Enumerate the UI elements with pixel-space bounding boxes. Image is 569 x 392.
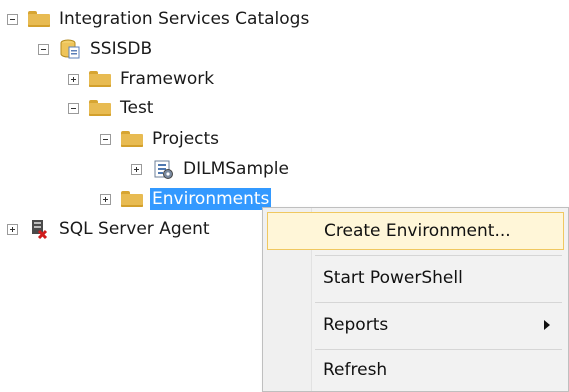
tree-node-label: Projects (152, 129, 220, 149)
tree-node-label: SQL Server Agent (59, 219, 210, 239)
menu-item-reports[interactable]: Reports (267, 306, 564, 344)
expand-toggle[interactable] (131, 163, 142, 175)
menu-item-create-environment[interactable]: Create Environment... (267, 212, 564, 250)
menu-item-start-powershell[interactable]: Start PowerShell (267, 259, 564, 297)
menu-item-label: Reports (323, 315, 389, 335)
menu-item-label: Start PowerShell (323, 268, 463, 288)
tree-node-ssisdb[interactable]: SSISDB (38, 34, 154, 64)
submenu-arrow-icon (544, 320, 550, 330)
sql-agent-icon (28, 218, 50, 240)
package-icon (152, 158, 174, 180)
tree-node-label: Test (120, 98, 154, 118)
tree-node-test[interactable]: Test (68, 93, 155, 123)
menu-item-label: Refresh (323, 360, 388, 380)
tree-node-framework[interactable]: Framework (68, 64, 216, 94)
tree-node-label: DILMSample (183, 159, 289, 179)
collapse-toggle[interactable] (68, 102, 79, 114)
menu-item-refresh[interactable]: Refresh (267, 351, 564, 389)
tree-node-projects[interactable]: Projects (100, 124, 221, 154)
menu-item-label: Create Environment... (324, 221, 511, 241)
collapse-toggle[interactable] (38, 43, 49, 55)
expand-toggle[interactable] (7, 223, 18, 235)
collapse-toggle[interactable] (7, 13, 18, 25)
tree-node-sql-agent[interactable]: SQL Server Agent (7, 214, 212, 244)
tree-node-dilmsample[interactable]: DILMSample (131, 154, 291, 184)
expand-toggle[interactable] (100, 193, 111, 205)
tree-node-integration-catalogs[interactable]: Integration Services Catalogs (7, 4, 311, 34)
folder-icon (121, 191, 143, 207)
menu-separator (315, 302, 562, 303)
menu-separator (315, 255, 562, 256)
tree-node-label: Integration Services Catalogs (59, 9, 310, 29)
database-icon (59, 38, 81, 60)
folder-icon (28, 11, 50, 27)
expand-toggle[interactable] (68, 73, 79, 85)
tree-node-label: SSISDB (90, 39, 153, 59)
tree-node-label: Framework (120, 69, 215, 89)
menu-separator (315, 349, 562, 350)
context-menu: Create Environment... Start PowerShell R… (262, 207, 569, 392)
folder-icon (89, 71, 111, 87)
tree-node-environments[interactable]: Environments (100, 184, 272, 214)
folder-icon (121, 131, 143, 147)
collapse-toggle[interactable] (100, 133, 111, 145)
tree-node-label-selected: Environments (150, 188, 272, 210)
folder-icon (89, 100, 111, 116)
